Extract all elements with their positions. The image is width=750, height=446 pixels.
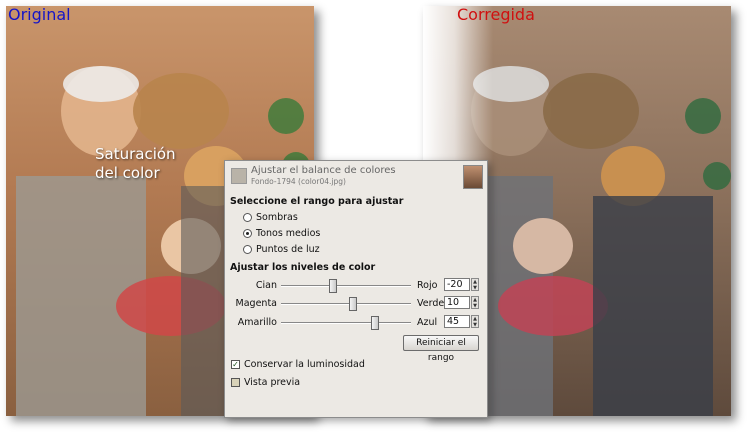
slider-track[interactable]: [281, 285, 411, 287]
reset-range-button[interactable]: Reiniciar el rango: [403, 335, 479, 363]
slider-right-label: Azul: [417, 317, 438, 328]
slider-value-input[interactable]: -20: [444, 278, 470, 291]
slider-right-label: Verde: [417, 298, 445, 309]
color-balance-icon: [231, 168, 247, 184]
dialog-bottom-fade: [225, 397, 487, 417]
radio-button[interactable]: [243, 213, 252, 222]
slider-left-label: Cian: [255, 280, 277, 291]
slider-row-cyan-red: Cian Rojo -20 ▲ ▼: [225, 278, 487, 294]
radio-midtones[interactable]: Tonos medios: [243, 227, 320, 240]
slider-right-label: Rojo: [417, 280, 438, 291]
annotation-line-2: del color: [95, 164, 160, 182]
slider-value-input[interactable]: 45: [444, 315, 470, 328]
levels-section-title: Ajustar los niveles de color: [230, 262, 376, 273]
radio-button[interactable]: [243, 245, 252, 254]
slider-left-label: Magenta: [235, 298, 277, 309]
range-section-title: Seleccione el rango para ajustar: [230, 196, 404, 207]
preserve-luminosity-checkbox[interactable]: ✓: [231, 360, 240, 369]
checkbox-label: Vista previa: [244, 377, 301, 388]
slider-row-yellow-blue: Amarillo Azul 45 ▲ ▼: [225, 315, 487, 331]
original-caption: Original: [8, 5, 71, 24]
preview-checkbox-row[interactable]: Vista previa: [231, 376, 300, 389]
radio-label: Puntos de luz: [256, 244, 320, 255]
dialog-subtitle: Fondo-1794 (color04.jpg): [251, 177, 346, 186]
slider-left-label: Amarillo: [237, 317, 277, 328]
checkbox-label: Conservar la luminosidad: [244, 359, 365, 370]
radio-label: Sombras: [256, 212, 298, 223]
preserve-luminosity-checkbox-row[interactable]: ✓ Conservar la luminosidad: [231, 358, 365, 371]
saturation-annotation: Saturación del color: [95, 145, 195, 183]
slider-thumb[interactable]: [329, 279, 337, 293]
slider-thumb[interactable]: [371, 316, 380, 330]
radio-shadows[interactable]: Sombras: [243, 211, 298, 224]
preview-checkbox[interactable]: [231, 378, 240, 387]
slider-row-magenta-green: Magenta Verde 10 ▲ ▼: [225, 296, 487, 312]
radio-button[interactable]: [243, 229, 252, 238]
radio-highlights[interactable]: Puntos de luz: [243, 243, 320, 256]
spinner-arrows-icon[interactable]: ▲ ▼: [471, 278, 479, 291]
dialog-title: Ajustar el balance de colores: [251, 165, 396, 176]
slider-thumb[interactable]: [348, 297, 357, 311]
image-thumbnail: [463, 165, 483, 189]
spinner-arrows-icon[interactable]: ▲ ▼: [471, 315, 479, 328]
radio-label: Tonos medios: [256, 228, 321, 239]
slider-track[interactable]: [281, 322, 411, 324]
corrected-caption: Corregida: [457, 5, 535, 24]
spinner-arrows-icon[interactable]: ▲ ▼: [471, 296, 479, 309]
dialog-header: Ajustar el balance de colores Fondo-1794…: [225, 161, 487, 189]
slider-track[interactable]: [281, 303, 411, 305]
slider-value-input[interactable]: 10: [444, 296, 470, 309]
annotation-line-1: Saturación: [95, 145, 176, 163]
color-balance-dialog: Ajustar el balance de colores Fondo-1794…: [224, 160, 488, 418]
